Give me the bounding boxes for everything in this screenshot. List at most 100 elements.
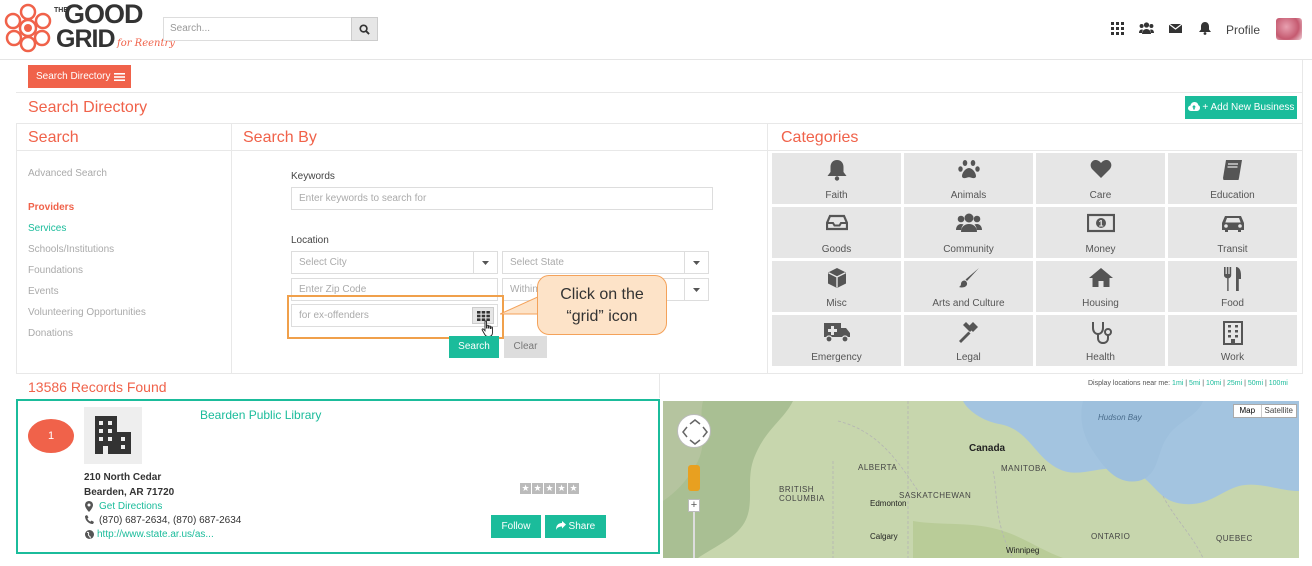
profile-link[interactable]: Profile (1226, 23, 1260, 37)
envelope-icon[interactable] (1168, 22, 1183, 36)
distance-10mi[interactable]: 10mi (1206, 380, 1221, 387)
category-label: Arts and Culture (932, 298, 1005, 309)
result-address-line2: Bearden, AR 71720 (84, 487, 175, 498)
sidebar-item-schools[interactable]: Schools/Institutions (28, 244, 114, 255)
map-label-british-columbia: BRITISH COLUMBIA (779, 485, 825, 503)
map-type-satellite-button[interactable]: Satellite (1262, 405, 1296, 417)
result-website-link[interactable]: http://www.state.ar.us/as... (97, 529, 214, 540)
clear-button[interactable]: Clear (504, 336, 547, 358)
cube-icon (827, 268, 846, 288)
category-work[interactable]: Work (1168, 315, 1297, 366)
category-education[interactable]: Education (1168, 153, 1297, 204)
category-animals[interactable]: Animals (904, 153, 1033, 204)
category-emergency[interactable]: Emergency (772, 315, 901, 366)
map-terrain (663, 401, 1299, 558)
category-label: Animals (950, 190, 987, 201)
page-title: Search Directory (28, 99, 148, 116)
callout-line-2: “grid” icon (566, 308, 638, 325)
result-name[interactable]: Bearden Public Library (200, 408, 321, 422)
paw-icon (957, 160, 980, 179)
map-label-manitoba: MANITOBA (1001, 464, 1047, 473)
add-new-business-button[interactable]: + Add New Business (1185, 96, 1297, 119)
heart-icon (1090, 160, 1111, 178)
car-icon (1221, 216, 1244, 232)
categories-title: Categories (781, 129, 859, 146)
follow-button[interactable]: Follow (491, 515, 541, 538)
category-care[interactable]: Care (1036, 153, 1165, 204)
category-legal[interactable]: Legal (904, 315, 1033, 366)
zoom-in-button[interactable]: + (688, 499, 700, 512)
result-thumbnail (84, 407, 142, 464)
category-misc[interactable]: Misc (772, 261, 901, 312)
category-faith[interactable]: Faith (772, 153, 901, 204)
state-select[interactable]: Select State (502, 251, 709, 274)
share-button[interactable]: Share (545, 515, 606, 538)
result-card[interactable]: 1 Bearden Public Library 210 North Cedar… (16, 399, 660, 554)
rating-stars[interactable]: ★ ★ ★ ★ ★ (520, 483, 580, 495)
inbox-icon (825, 214, 848, 231)
street-view-pegman-icon[interactable] (688, 465, 700, 491)
site-logo[interactable]: THE GOOD GRID for Reentry (4, 0, 175, 55)
city-select[interactable]: Select City (291, 251, 498, 274)
distance-5mi[interactable]: 5mi (1189, 380, 1200, 387)
divider (16, 92, 1303, 93)
chevron-down-icon (684, 252, 708, 273)
map-type-map-button[interactable]: Map (1234, 405, 1262, 417)
zoom-slider[interactable] (693, 512, 695, 558)
distance-50mi[interactable]: 50mi (1248, 380, 1263, 387)
category-community[interactable]: Community (904, 207, 1033, 258)
global-search-button[interactable] (351, 17, 378, 41)
map-view[interactable]: Map Satellite + Hudson Bay Canada ALBERT… (663, 401, 1299, 558)
get-directions-link[interactable]: Get Directions (99, 501, 162, 512)
category-label: Money (1085, 244, 1116, 255)
records-found-count: 13586 Records Found (28, 379, 167, 395)
sidebar-item-services[interactable]: Services (28, 223, 66, 234)
search-icon (359, 23, 370, 35)
building-icon (95, 416, 131, 454)
sidebar-item-events[interactable]: Events (28, 286, 59, 297)
category-arts-and-culture[interactable]: Arts and Culture (904, 261, 1033, 312)
star-icon: ★ (556, 483, 567, 494)
money-icon: 1 (1086, 213, 1115, 233)
distance-1mi[interactable]: 1mi (1172, 380, 1183, 387)
category-money[interactable]: 1 Money (1036, 207, 1165, 258)
apps-grid-icon[interactable] (1111, 22, 1125, 36)
categories-grid: Faith Animals Care Education Goods Commu… (772, 153, 1302, 367)
distance-100mi[interactable]: 100mi (1269, 380, 1288, 387)
divider (1302, 60, 1303, 374)
sidebar-item-donations[interactable]: Donations (28, 328, 73, 339)
avatar[interactable] (1276, 18, 1302, 40)
highlight-box (287, 295, 504, 339)
logo-good: GOOD (64, 0, 144, 29)
divider (16, 123, 17, 373)
keywords-label: Keywords (291, 171, 335, 182)
keywords-input[interactable]: Enter keywords to search for (291, 187, 713, 210)
brush-icon (958, 268, 979, 288)
advanced-search-link[interactable]: Advanced Search (28, 168, 107, 179)
map-label-calgary: Calgary (870, 532, 898, 541)
sidebar-item-foundations[interactable]: Foundations (28, 265, 83, 276)
category-label: Work (1220, 352, 1245, 363)
category-housing[interactable]: Housing (1036, 261, 1165, 312)
category-health[interactable]: Health (1036, 315, 1165, 366)
map-label-hudson-bay: Hudson Bay (1098, 413, 1142, 422)
bell-icon[interactable] (1199, 22, 1213, 36)
category-food[interactable]: Food (1168, 261, 1297, 312)
svg-text:1: 1 (1098, 218, 1103, 228)
search-button[interactable]: Search (449, 336, 499, 358)
map-pan-control[interactable] (677, 414, 711, 448)
users-icon[interactable] (1139, 22, 1154, 36)
category-label: Misc (826, 298, 847, 309)
sidebar-item-volunteering[interactable]: Volunteering Opportunities (28, 307, 146, 318)
category-transit[interactable]: Transit (1168, 207, 1297, 258)
distance-25mi[interactable]: 25mi (1227, 380, 1242, 387)
callout-line-1: Click on the (560, 286, 644, 303)
globe-icon (85, 530, 94, 539)
users-icon (955, 213, 982, 232)
category-goods[interactable]: Goods (772, 207, 901, 258)
sidebar-item-providers[interactable]: Providers (28, 202, 74, 213)
global-search-input[interactable]: Search... (163, 17, 352, 41)
search-panel-title: Search (28, 129, 79, 146)
search-directory-button[interactable]: Search Directory (28, 65, 131, 88)
map-label-ontario: ONTARIO (1091, 532, 1131, 541)
